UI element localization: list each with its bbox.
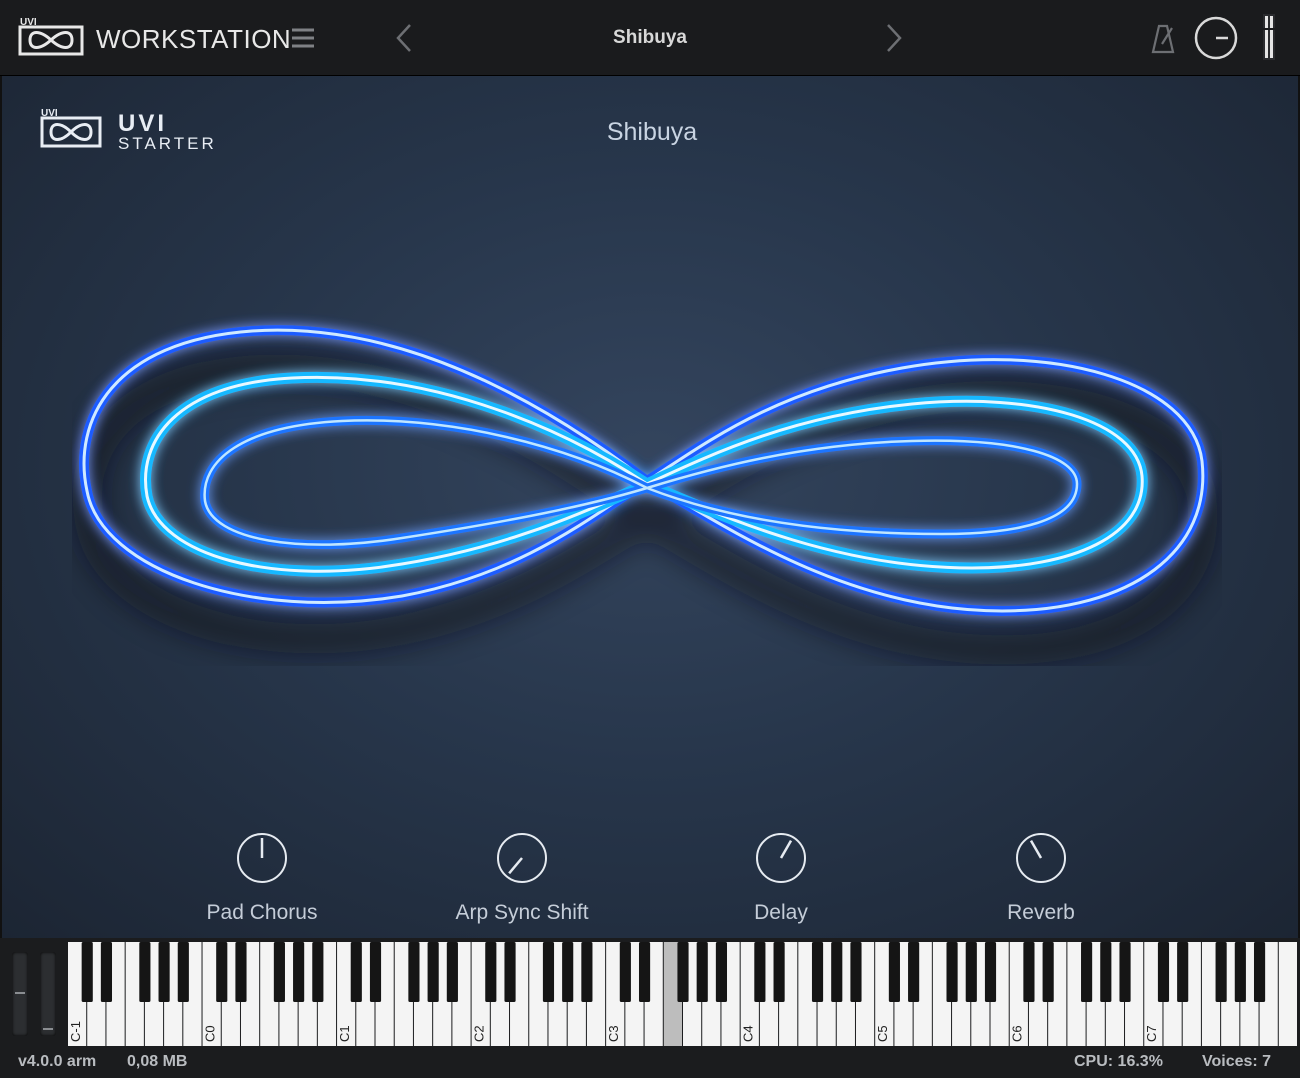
uvi-logo: UVI — [18, 16, 84, 56]
hamburger-menu-icon[interactable] — [290, 26, 318, 50]
black-key[interactable] — [888, 942, 900, 1002]
black-key[interactable] — [273, 942, 285, 1002]
knob-pad-chorus[interactable]: Pad Chorus — [152, 831, 372, 925]
voices-label: Voices: 7 — [1202, 1053, 1272, 1070]
uvi-starter-logo: UVI UVI STARTER — [40, 106, 250, 154]
octave-label: C2 — [472, 1025, 487, 1042]
knob-reverb[interactable]: Reverb — [931, 831, 1151, 925]
black-key[interactable] — [542, 942, 555, 1002]
chevron-left-icon[interactable] — [390, 22, 418, 54]
black-key[interactable] — [369, 942, 382, 1002]
black-key[interactable] — [81, 942, 93, 1002]
black-key[interactable] — [754, 942, 766, 1002]
knob-dial[interactable] — [1014, 831, 1068, 885]
black-key[interactable] — [831, 942, 843, 1002]
brand-subtitle: STARTER — [118, 134, 217, 153]
black-key[interactable] — [850, 942, 862, 1002]
knob-label: Reverb — [1007, 901, 1075, 924]
piano-keyboard[interactable]: C-1 C0 C1 C2 C3 C4 C5 C6 C7 — [68, 942, 1298, 1046]
black-key[interactable] — [1023, 942, 1035, 1002]
black-key[interactable] — [1119, 942, 1131, 1002]
black-key[interactable] — [1042, 942, 1054, 1002]
octave-label: C5 — [875, 1025, 890, 1042]
pitch-wheel[interactable] — [12, 952, 28, 1036]
black-key[interactable] — [581, 942, 593, 1002]
black-key[interactable] — [619, 942, 631, 1002]
knob-dial[interactable] — [235, 831, 289, 885]
black-key[interactable] — [485, 942, 497, 1002]
octave-label: C-1 — [68, 1021, 83, 1042]
black-key[interactable] — [139, 942, 151, 1002]
knob-dial[interactable] — [495, 831, 549, 885]
black-key[interactable] — [1177, 942, 1189, 1002]
black-key[interactable] — [984, 942, 997, 1002]
knob-label: Arp Sync Shift — [455, 901, 589, 924]
black-key[interactable] — [427, 942, 439, 1002]
preset-name[interactable]: Shibuya — [450, 27, 850, 49]
black-key[interactable] — [408, 942, 420, 1002]
white-key[interactable] — [1278, 942, 1297, 1046]
instrument-panel: UVI UVI STARTER Shibuya Pad Chorus Arp S… — [2, 76, 1298, 938]
black-key[interactable] — [773, 942, 785, 1002]
black-key[interactable] — [696, 942, 708, 1002]
black-key[interactable] — [216, 942, 228, 1002]
keyboard-area: C-1 C0 C1 C2 C3 C4 C5 C6 C7 — [0, 938, 1300, 1048]
mod-wheel-marker — [43, 1028, 53, 1030]
version-label: v4.0.0 arm — [18, 1053, 97, 1070]
black-key[interactable] — [715, 942, 728, 1002]
black-key[interactable] — [158, 942, 170, 1002]
black-key[interactable] — [965, 942, 977, 1002]
knob-dial[interactable] — [754, 831, 808, 885]
black-key[interactable] — [504, 942, 516, 1002]
knob-arp-sync-shift[interactable]: Arp Sync Shift — [412, 831, 632, 925]
cpu-label: CPU: 16.3% — [1074, 1053, 1163, 1070]
black-key[interactable] — [638, 942, 651, 1002]
black-key[interactable] — [908, 942, 920, 1002]
black-key[interactable] — [350, 942, 362, 1002]
pitch-wheel-marker — [15, 992, 25, 994]
preset-title: Shibuya — [606, 118, 698, 146]
output-meter — [1262, 14, 1276, 60]
octave-label: C7 — [1144, 1025, 1159, 1042]
app-title: WORKSTATION — [96, 24, 292, 54]
knob-delay[interactable]: Delay — [671, 831, 891, 925]
black-key[interactable] — [562, 942, 574, 1002]
black-key[interactable] — [293, 942, 305, 1002]
black-key[interactable] — [1157, 942, 1170, 1002]
memory-label: 0,08 MB — [127, 1053, 188, 1070]
black-key[interactable] — [446, 942, 458, 1002]
chevron-right-icon[interactable] — [880, 22, 908, 54]
black-key[interactable] — [677, 942, 689, 1002]
octave-label: C0 — [202, 1025, 217, 1042]
octave-label: C1 — [337, 1025, 352, 1042]
volume-knob-icon[interactable] — [1192, 14, 1240, 62]
knob-label: Delay — [754, 901, 808, 924]
black-key[interactable] — [100, 942, 113, 1002]
black-key[interactable] — [1100, 942, 1112, 1002]
top-bar: UVI WORKSTATION Shibuya — [0, 0, 1300, 76]
infinity-artwork — [72, 306, 1222, 666]
knob-label: Pad Chorus — [206, 901, 318, 924]
octave-label: C4 — [741, 1025, 756, 1042]
black-key[interactable] — [811, 942, 824, 1002]
black-key[interactable] — [1253, 942, 1266, 1002]
metronome-icon[interactable] — [1148, 22, 1178, 54]
mod-wheel[interactable] — [40, 952, 56, 1036]
black-key[interactable] — [235, 942, 247, 1002]
octave-label: C3 — [606, 1025, 621, 1042]
black-key[interactable] — [177, 942, 189, 1002]
black-key[interactable] — [1234, 942, 1246, 1002]
black-key[interactable] — [312, 942, 324, 1002]
black-key[interactable] — [1215, 942, 1227, 1002]
status-bar: v4.0.0 arm 0,08 MB CPU: 16.3% Voices: 7 — [0, 1048, 1300, 1078]
black-key[interactable] — [1081, 942, 1093, 1002]
octave-label: C6 — [1010, 1025, 1025, 1042]
black-key[interactable] — [946, 942, 958, 1002]
